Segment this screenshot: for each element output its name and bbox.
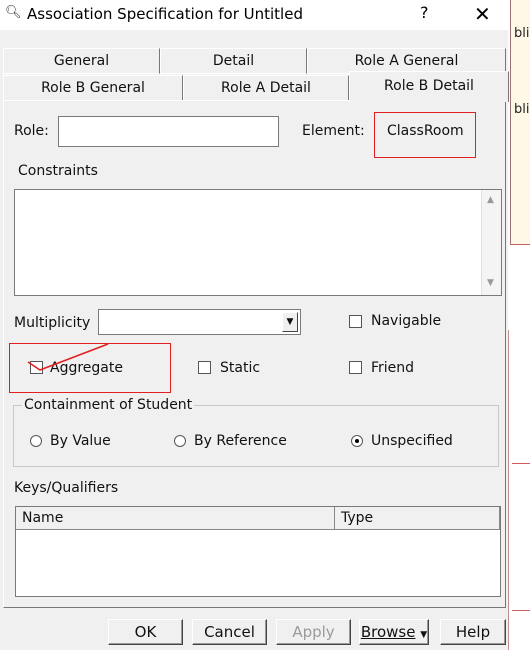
help-icon[interactable]: ?: [420, 3, 429, 22]
tab-role-a-detail[interactable]: Role A Detail: [183, 75, 349, 101]
by-reference-radio[interactable]: [174, 435, 186, 447]
tab-role-b-general-label: Role B General: [41, 80, 145, 96]
dropdown-arrow-icon: ▼: [420, 630, 428, 640]
background-text-fragment-2: bli: [514, 102, 530, 117]
containment-title: Containment of Student: [22, 397, 195, 413]
tab-general-label: General: [53, 53, 110, 69]
by-value-label: By Value: [50, 433, 111, 449]
column-header-name[interactable]: Name: [16, 507, 335, 530]
cancel-button-label: Cancel: [204, 623, 255, 641]
association-specification-dialog: 🔍︎ Association Specification for Untitle…: [0, 0, 509, 650]
ok-button-label: OK: [134, 623, 157, 641]
apply-button-label: Apply: [292, 623, 335, 641]
static-label: Static: [220, 360, 261, 376]
annotation-check-mark: [27, 343, 109, 371]
by-value-radio[interactable]: [30, 435, 42, 447]
friend-checkbox[interactable]: [349, 361, 362, 374]
magnifier-icon: 🔍︎: [5, 5, 22, 20]
background-red-line-2: [512, 610, 530, 611]
dropdown-arrow-icon[interactable]: ▼: [282, 312, 298, 332]
tab-role-b-general[interactable]: Role B General: [3, 75, 183, 101]
constraints-textarea[interactable]: ▲ ▼: [14, 189, 502, 296]
background-divider: [508, 330, 509, 650]
tab-role-b-detail[interactable]: Role B Detail: [349, 71, 509, 102]
unspecified-label: Unspecified: [371, 433, 453, 449]
tab-detail[interactable]: Detail: [160, 48, 307, 74]
window-title: Association Specification for Untitled: [27, 5, 303, 23]
close-icon[interactable]: ✕: [474, 2, 491, 26]
help-button-label: Help: [455, 623, 491, 641]
navigable-checkbox[interactable]: [349, 315, 362, 328]
column-header-name-label: Name: [22, 510, 64, 526]
keys-qualifiers-label: Keys/Qualifiers: [14, 480, 119, 496]
tab-role-b-detail-label: Role B Detail: [384, 78, 474, 94]
scroll-down-icon[interactable]: ▼: [487, 278, 494, 288]
tab-role-a-detail-label: Role A Detail: [221, 80, 311, 96]
friend-label: Friend: [371, 360, 415, 376]
cancel-button[interactable]: Cancel: [192, 619, 267, 645]
tab-role-a-general-label: Role A General: [354, 53, 459, 69]
browse-button[interactable]: Browse ▼: [359, 619, 429, 645]
title-bar[interactable]: 🔍︎ Association Specification for Untitle…: [0, 0, 508, 30]
unspecified-radio[interactable]: [351, 435, 363, 447]
column-header-type-label: Type: [341, 510, 374, 526]
keys-qualifiers-table[interactable]: Name Type: [15, 506, 501, 597]
annotation-box-element: [374, 112, 476, 158]
apply-button[interactable]: Apply: [276, 619, 351, 645]
tab-detail-label: Detail: [212, 53, 255, 69]
multiplicity-select[interactable]: ▼: [98, 309, 301, 335]
radio-selected-dot: [355, 439, 359, 443]
element-label: Element:: [302, 123, 365, 139]
static-checkbox[interactable]: [198, 361, 211, 374]
background-red-line: [512, 463, 530, 464]
constraints-scrollbar[interactable]: ▲ ▼: [481, 190, 501, 295]
scroll-up-icon[interactable]: ▲: [487, 195, 494, 205]
by-reference-label: By Reference: [194, 433, 287, 449]
ok-button[interactable]: OK: [108, 619, 183, 645]
navigable-label: Navigable: [371, 313, 442, 329]
background-text-fragment: bli: [514, 26, 530, 41]
constraints-label: Constraints: [18, 163, 98, 179]
tab-general[interactable]: General: [3, 48, 160, 74]
help-button[interactable]: Help: [440, 619, 506, 645]
browse-button-label: Browse: [360, 623, 416, 641]
role-input[interactable]: [58, 116, 279, 147]
column-header-type[interactable]: Type: [335, 507, 500, 530]
multiplicity-label: Multiplicity: [14, 315, 91, 331]
role-label: Role:: [14, 123, 49, 139]
